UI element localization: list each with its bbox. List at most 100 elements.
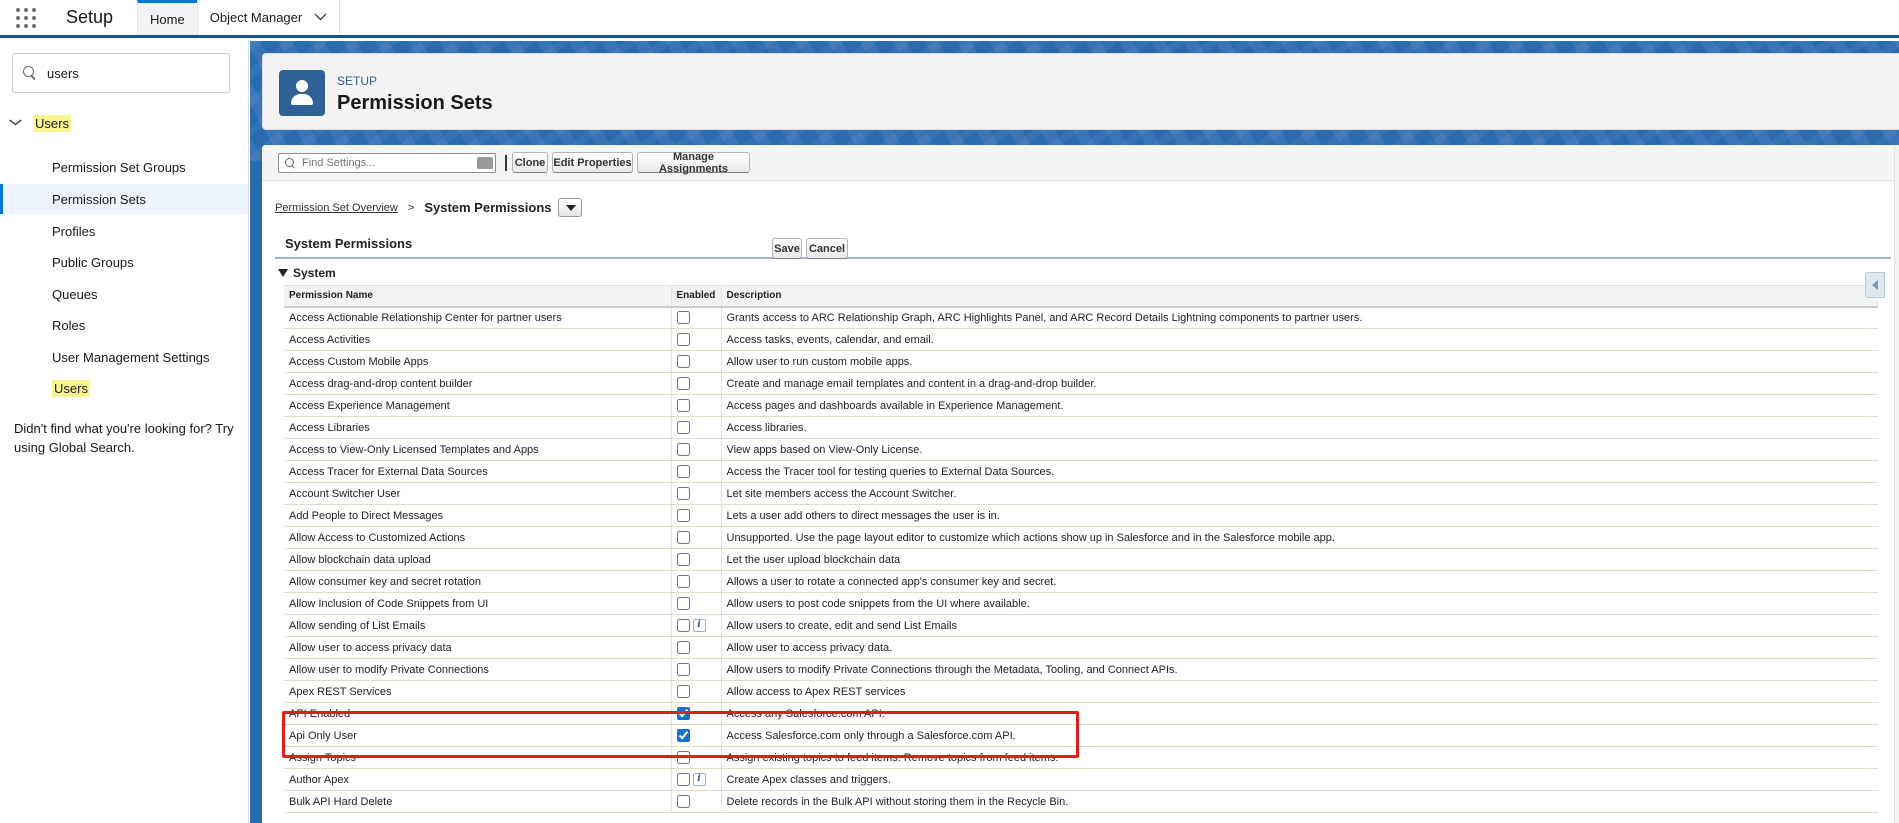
enabled-cell (670, 372, 722, 395)
quick-find-box[interactable] (12, 53, 230, 93)
clear-search-icon[interactable] (477, 157, 493, 169)
enabled-checkbox[interactable] (676, 465, 690, 478)
chevron-down-icon[interactable] (8, 118, 22, 129)
sidebar-item-permission-set-groups[interactable]: Permission Set Groups (0, 152, 248, 182)
info-icon[interactable]: i (692, 773, 706, 786)
table-row: Access Activities Access tasks, events, c… (284, 328, 1878, 351)
enabled-checkbox[interactable] (676, 575, 690, 588)
tab-home-label: Home (150, 11, 185, 27)
save-button[interactable]: Save (772, 238, 802, 259)
cancel-button[interactable]: Cancel (806, 238, 848, 259)
permission-name-cell: API Enabled (284, 702, 671, 725)
table-row: Access Libraries Access libraries. (284, 416, 1878, 439)
column-header-enabled: Enabled (671, 285, 722, 308)
sidebar-item-label: Permission Set Groups (52, 159, 186, 175)
table-row: Access Custom Mobile Apps Allow user to r… (284, 350, 1878, 373)
enabled-cell (670, 790, 722, 813)
enabled-checkbox[interactable] (676, 685, 690, 698)
enabled-checkbox[interactable] (676, 377, 690, 390)
enabled-checkbox[interactable] (676, 641, 690, 654)
sidebar-item-public-groups[interactable]: Public Groups (0, 247, 248, 277)
enabled-checkbox[interactable] (676, 399, 690, 412)
info-icon[interactable]: i (692, 619, 706, 632)
enabled-checkbox[interactable] (676, 333, 690, 346)
permission-description-cell: Access libraries. (721, 416, 1878, 439)
permission-description-cell: Access tasks, events, calendar, and emai… (721, 328, 1878, 351)
sidebar-item-label: User Management Settings (52, 349, 210, 365)
content-scrollbar[interactable] (1894, 145, 1899, 823)
enabled-cell (670, 592, 722, 615)
breadcrumb-overview-link[interactable]: Permission Set Overview (275, 202, 398, 214)
enabled-checkbox[interactable] (676, 773, 690, 786)
section-header: System Permissions Save Cancel (275, 226, 1891, 259)
tree-node-users[interactable]: Users (8, 113, 71, 133)
permission-name-cell: Allow consumer key and secret rotation (284, 570, 671, 593)
tab-object-manager-label: Object Manager (209, 10, 303, 25)
sidebar-item-label: Public Groups (52, 254, 134, 270)
permission-name-cell: Allow user to modify Private Connections (284, 658, 671, 681)
table-row: Access to View-Only Licensed Templates a… (284, 438, 1878, 461)
collapse-panel-tab[interactable] (1865, 272, 1885, 298)
permission-description-cell: Allow user to run custom mobile apps. (721, 350, 1878, 373)
enabled-checkbox[interactable] (676, 729, 690, 742)
enabled-checkbox[interactable] (676, 707, 690, 720)
table-row: Allow Inclusion of Code Snippets from UI… (284, 592, 1878, 615)
sidebar-item-user-management-settings[interactable]: User Management Settings (0, 342, 248, 372)
permission-description-cell: Delete records in the Bulk API without s… (721, 790, 1878, 813)
edit-properties-button[interactable]: Edit Properties (552, 152, 633, 173)
table-row: Allow sending of List Emails i Allow users… (284, 614, 1878, 637)
chevron-down-icon[interactable] (314, 12, 327, 24)
enabled-checkbox[interactable] (676, 795, 690, 808)
sidebar-item-permission-sets[interactable]: Permission Sets (0, 184, 248, 214)
table-row: Access Actionable Relationship Center fo… (284, 306, 1878, 329)
enabled-checkbox[interactable] (676, 487, 690, 500)
table-row: Allow user to access privacy data Allow u… (284, 636, 1878, 659)
permission-name-cell: Access Libraries (284, 416, 671, 439)
permissions-table: Permission Name Enabled Description Acce… (284, 285, 1878, 813)
enabled-checkbox[interactable] (676, 663, 690, 676)
permission-name-cell: Allow user to access privacy data (284, 636, 671, 659)
sidebar-item-users[interactable]: Users (0, 373, 248, 403)
enabled-cell (670, 658, 722, 681)
user-icon (279, 70, 325, 116)
system-group-toggle[interactable]: System (278, 266, 336, 280)
clone-button[interactable]: Clone (512, 152, 548, 173)
permission-description-cell: Lets a user add others to direct message… (721, 504, 1878, 527)
manage-assignments-button[interactable]: Manage Assignments (637, 151, 750, 175)
permission-name-cell: Allow Inclusion of Code Snippets from UI (284, 592, 671, 615)
permission-description-cell: Create Apex classes and triggers. (721, 768, 1878, 791)
section-dropdown-button[interactable] (557, 198, 582, 217)
enabled-checkbox[interactable] (676, 311, 690, 325)
sidebar-item-queues[interactable]: Queues (0, 279, 248, 309)
enabled-checkbox[interactable] (676, 553, 690, 566)
tab-object-manager[interactable]: Object Manager (196, 0, 341, 35)
tree-node-users-label: Users (33, 114, 71, 132)
toolbar-divider (505, 155, 507, 171)
enabled-checkbox[interactable] (676, 443, 690, 456)
table-row: API Enabled Access any Salesforce.com API… (284, 702, 1878, 725)
permission-name-cell: Assign Topics (284, 746, 671, 769)
column-header-description: Description (721, 285, 1878, 308)
permission-set-toolbar: Find Settings... Clone Edit Properties M… (262, 145, 1899, 181)
enabled-checkbox[interactable] (676, 509, 690, 522)
enabled-checkbox[interactable] (676, 751, 690, 764)
quick-find-input[interactable] (47, 65, 207, 81)
sidebar-item-profiles[interactable]: Profiles (0, 216, 248, 246)
table-row: Access drag-and-drop content builder Crea… (284, 372, 1878, 395)
sidebar-item-roles[interactable]: Roles (0, 310, 248, 340)
table-row: Account Switcher User Let site members ac… (284, 482, 1878, 505)
table-row: Access Tracer for External Data Sources A… (284, 460, 1878, 483)
permissions-table-body: Access Actionable Relationship Center fo… (284, 306, 1878, 813)
enabled-checkbox[interactable] (676, 355, 690, 368)
tab-home[interactable]: Home (137, 0, 197, 35)
permission-description-cell: Let the user upload blockchain data (721, 548, 1878, 571)
enabled-checkbox[interactable] (676, 531, 690, 544)
find-settings-input[interactable]: Find Settings... (278, 153, 496, 173)
permission-description-cell: Unsupported. Use the page layout editor … (721, 526, 1878, 549)
sidebar-item-label: Roles (52, 317, 86, 333)
enabled-checkbox[interactable] (676, 421, 690, 434)
enabled-checkbox[interactable] (676, 619, 690, 632)
page-title: Permission Sets (337, 92, 493, 114)
enabled-checkbox[interactable] (676, 597, 690, 610)
app-launcher-icon[interactable] (0, 0, 52, 35)
